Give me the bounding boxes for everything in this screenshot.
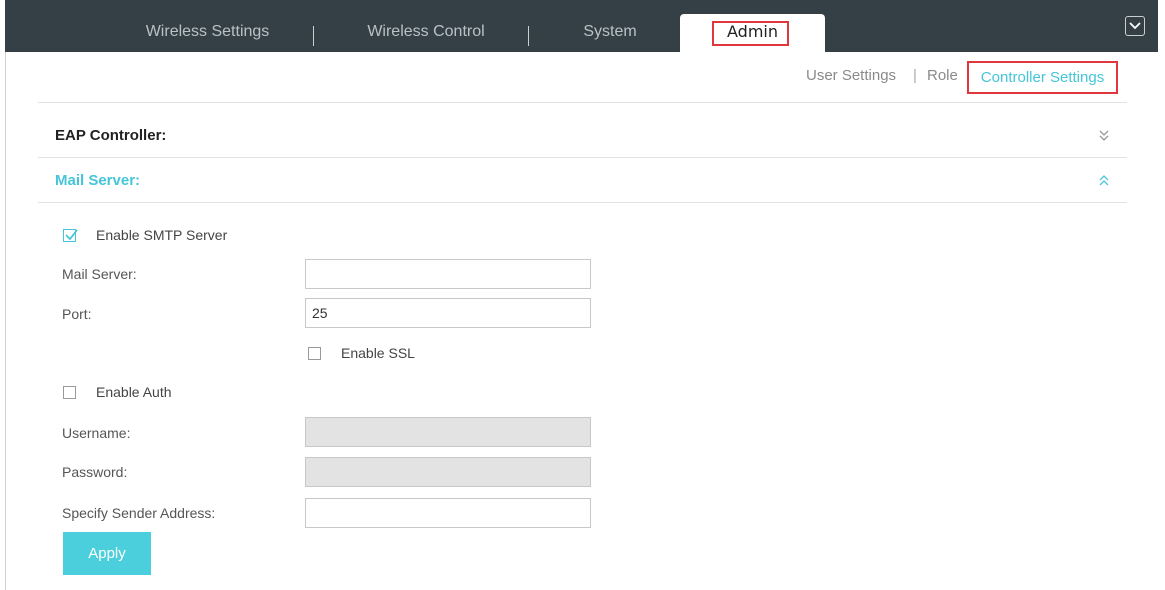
tab-wireless-settings[interactable]: Wireless Settings — [125, 0, 290, 52]
tab-wireless-control[interactable]: Wireless Control — [341, 0, 511, 52]
password-input[interactable] — [305, 457, 591, 487]
section-mail-server-title[interactable]: Mail Server: — [55, 172, 140, 189]
port-input[interactable] — [305, 298, 591, 328]
divider — [38, 202, 1127, 203]
tab-system[interactable]: System — [565, 0, 655, 52]
tab-separator — [528, 26, 529, 46]
dropdown-button[interactable] — [1125, 16, 1145, 36]
subnav-role[interactable]: Role — [927, 64, 958, 88]
password-label: Password: — [62, 464, 128, 480]
content-left-border — [5, 52, 6, 590]
checkmark-icon — [65, 229, 78, 241]
apply-button[interactable]: Apply — [63, 532, 151, 575]
username-input[interactable] — [305, 417, 591, 447]
subnav-user-settings[interactable]: User Settings — [806, 64, 896, 88]
username-label: Username: — [62, 425, 131, 441]
enable-auth-checkbox[interactable] — [63, 386, 76, 399]
expand-icon[interactable] — [1098, 128, 1110, 145]
enable-smtp-checkbox[interactable] — [63, 229, 78, 242]
top-nav-bar: Wireless Settings Wireless Control Syste… — [5, 0, 1158, 52]
section-eap-controller-title[interactable]: EAP Controller: — [55, 127, 166, 144]
mail-server-input[interactable] — [305, 259, 591, 289]
enable-smtp-label: Enable SMTP Server — [96, 227, 228, 243]
sender-address-input[interactable] — [305, 498, 591, 528]
tab-admin-label: Admin — [727, 22, 778, 41]
sender-address-label: Specify Sender Address: — [62, 505, 216, 521]
divider — [38, 102, 1127, 103]
subnav-separator: | — [913, 67, 917, 84]
enable-auth-label: Enable Auth — [96, 384, 172, 400]
subnav-controller-settings[interactable]: Controller Settings — [967, 61, 1118, 94]
divider — [38, 157, 1127, 158]
enable-ssl-checkbox[interactable] — [308, 347, 321, 360]
chevron-down-icon — [1129, 22, 1141, 30]
port-label: Port: — [62, 306, 92, 322]
tab-admin[interactable]: Admin — [680, 14, 825, 52]
enable-ssl-label: Enable SSL — [341, 345, 415, 361]
mail-server-label: Mail Server: — [62, 266, 137, 282]
collapse-icon[interactable] — [1098, 173, 1110, 190]
tab-separator — [313, 26, 314, 46]
